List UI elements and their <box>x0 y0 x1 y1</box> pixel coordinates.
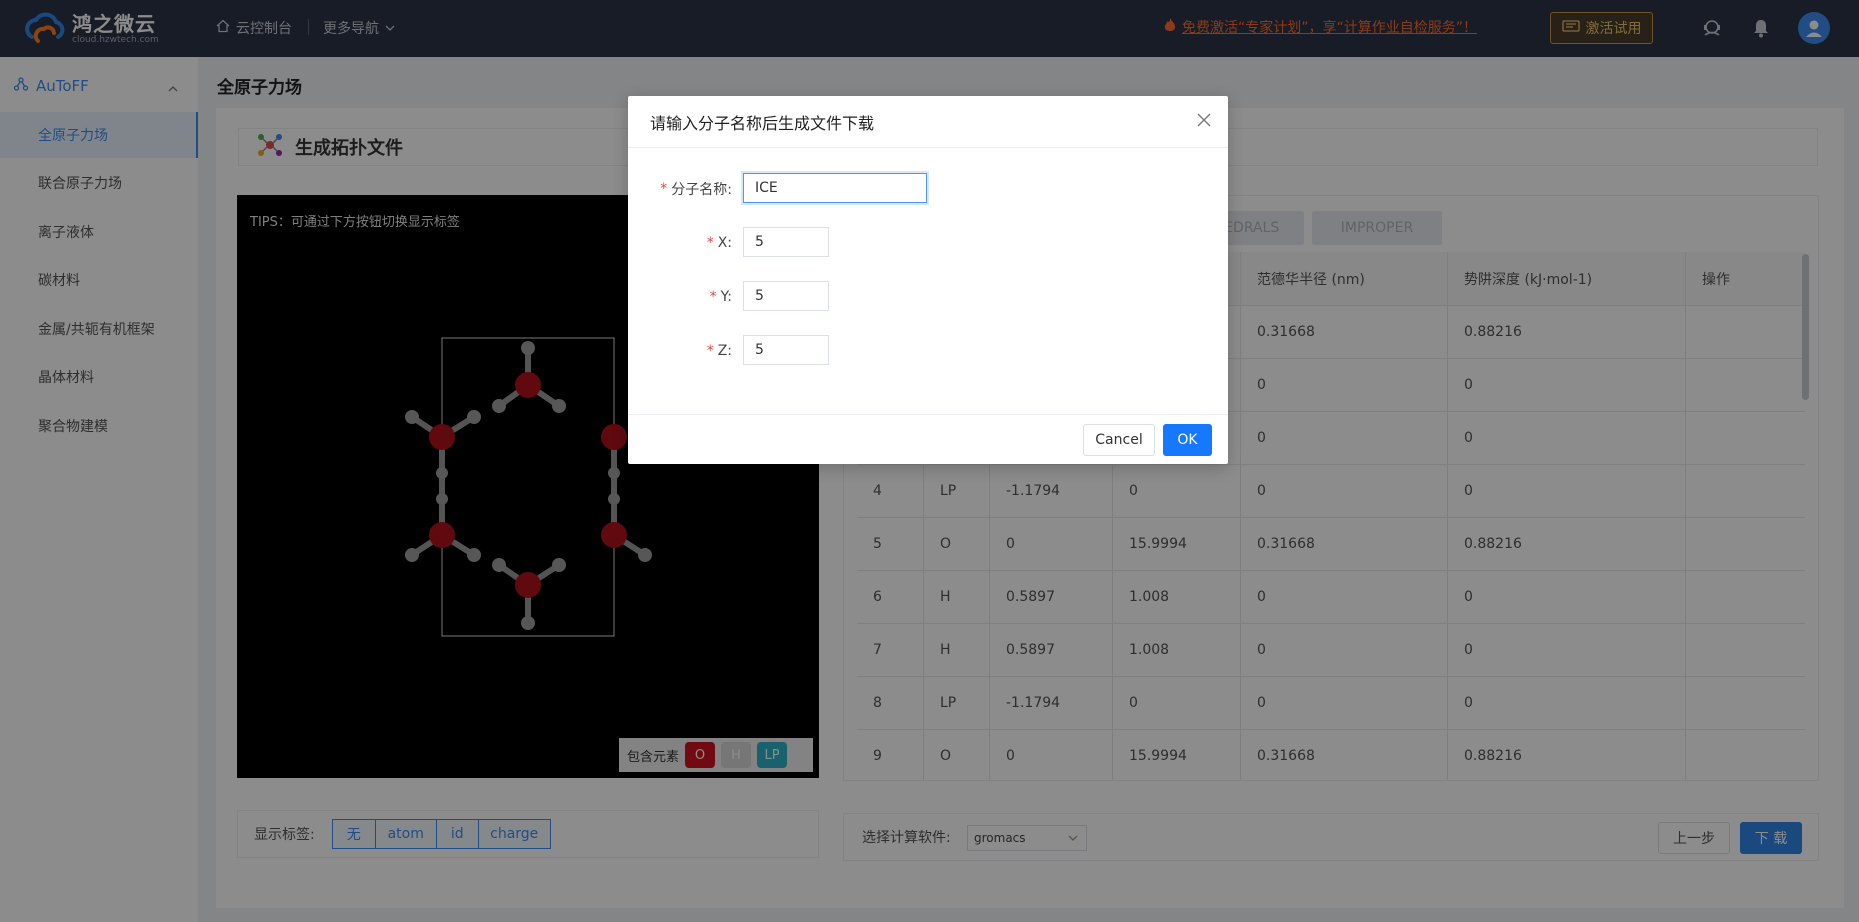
form-row-y: * Y: <box>628 281 1228 313</box>
generate-file-dialog: 请输入分子名称后生成文件下载 *分子名称: *X: *Y: *Z: Cancel… <box>628 96 1228 464</box>
form-label: * Z: <box>706 343 732 359</box>
form-row-molecule-name: * 分子名称: <box>628 173 1228 205</box>
dialog-title: 请输入分子名称后生成文件下载 <box>628 96 1228 148</box>
z-input[interactable] <box>743 335 829 365</box>
y-input[interactable] <box>743 281 829 311</box>
form-row-z: * Z: <box>628 335 1228 367</box>
molecule-name-input[interactable] <box>743 173 927 203</box>
form-label: * Y: <box>709 289 732 305</box>
form-label: * 分子名称: <box>660 181 732 198</box>
x-input[interactable] <box>743 227 829 257</box>
close-icon[interactable] <box>1194 110 1214 130</box>
dialog-footer-divider <box>628 414 1228 415</box>
ok-button[interactable]: OK <box>1163 424 1212 456</box>
dialog-title-text: 请输入分子名称后生成文件下载 <box>650 113 875 133</box>
form-label: * X: <box>706 235 732 251</box>
form-row-x: * X: <box>628 227 1228 259</box>
cancel-button[interactable]: Cancel <box>1083 424 1155 456</box>
